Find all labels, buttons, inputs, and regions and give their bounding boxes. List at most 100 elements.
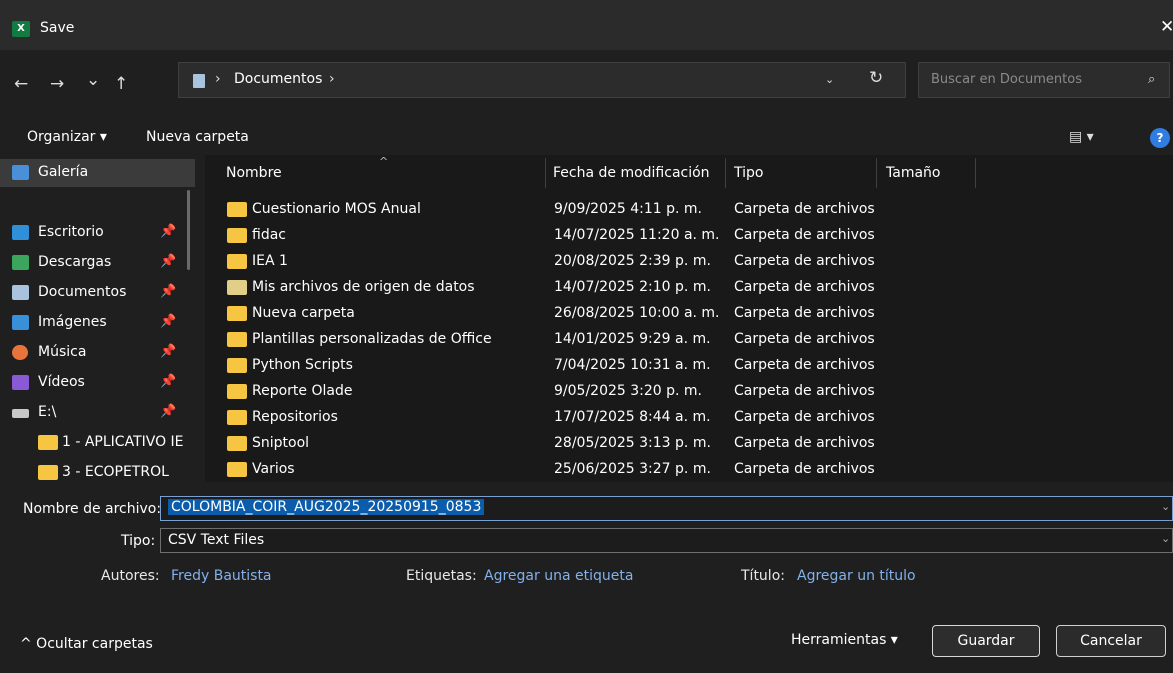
- file-date: 26/08/2025 10:00 a. m.: [554, 305, 720, 321]
- table-row[interactable]: Reporte Olade 9/05/2025 3:20 p. m. Carpe…: [205, 379, 1173, 405]
- filename-value[interactable]: COLOMBIA_COIR_AUG2025_20250915_0853: [168, 499, 485, 515]
- save-button[interactable]: Guardar: [932, 625, 1040, 657]
- path-chevron-icon[interactable]: ›: [215, 71, 221, 87]
- column-divider[interactable]: [975, 158, 976, 188]
- file-type-select[interactable]: CSV Text Files ⌄: [160, 528, 1173, 553]
- file-date: 20/08/2025 2:39 p. m.: [554, 253, 711, 269]
- address-bar[interactable]: › Documentos › ⌄ ↻: [178, 62, 906, 98]
- hide-folders-button[interactable]: ^ Ocultar carpetas: [20, 636, 153, 652]
- sidebar-item-aplicativo-ie[interactable]: 1 - APLICATIVO IE: [0, 429, 195, 457]
- file-name: Sniptool: [252, 435, 310, 451]
- file-type-dropdown-icon[interactable]: ⌄: [1161, 532, 1170, 545]
- file-date: 14/01/2025 9:29 a. m.: [554, 331, 711, 347]
- gallery-icon: [12, 165, 29, 180]
- recent-locations-chevron-icon[interactable]: ⌄: [86, 70, 100, 90]
- back-arrow-icon[interactable]: ←: [14, 74, 28, 94]
- table-row[interactable]: Nueva carpeta 26/08/2025 10:00 a. m. Car…: [205, 301, 1173, 327]
- authors-value[interactable]: Fredy Bautista: [171, 568, 272, 584]
- file-date: 14/07/2025 11:20 a. m.: [554, 227, 720, 243]
- music-icon: [12, 345, 28, 360]
- sidebar-item-documentos[interactable]: Documentos 📌: [0, 279, 195, 307]
- file-date: 25/06/2025 3:27 p. m.: [554, 461, 711, 477]
- sidebar-item-label: Imágenes: [38, 314, 107, 330]
- search-icon[interactable]: ⌕: [1148, 72, 1155, 87]
- table-row[interactable]: Varios 25/06/2025 3:27 p. m. Carpeta de …: [205, 457, 1173, 482]
- file-name: Nueva carpeta: [252, 305, 355, 321]
- path-trailing-chevron-icon[interactable]: ›: [329, 71, 335, 87]
- title-value[interactable]: Agregar un título: [797, 568, 916, 584]
- file-type: Carpeta de archivos: [734, 201, 875, 217]
- file-date: 14/07/2025 2:10 p. m.: [554, 279, 711, 295]
- table-row[interactable]: Mis archivos de origen de datos 14/07/20…: [205, 275, 1173, 301]
- file-list: ^ Nombre Fecha de modificación Tipo Tama…: [205, 155, 1173, 482]
- close-icon[interactable]: ✕: [1160, 17, 1173, 37]
- breadcrumb-documentos[interactable]: Documentos: [234, 71, 322, 87]
- table-row[interactable]: IEA 1 20/08/2025 2:39 p. m. Carpeta de a…: [205, 249, 1173, 275]
- videos-icon: [12, 375, 29, 390]
- sidebar-item-galeria[interactable]: Galería: [0, 159, 195, 187]
- table-row[interactable]: Sniptool 28/05/2025 3:13 p. m. Carpeta d…: [205, 431, 1173, 457]
- table-row[interactable]: Python Scripts 7/04/2025 10:31 a. m. Car…: [205, 353, 1173, 379]
- help-icon[interactable]: ?: [1150, 128, 1170, 148]
- sidebar-item-label: Vídeos: [38, 374, 85, 390]
- column-header-name[interactable]: Nombre: [226, 165, 282, 181]
- tags-value[interactable]: Agregar una etiqueta: [484, 568, 633, 584]
- file-name: Varios: [252, 461, 295, 477]
- folder-icon: [227, 332, 247, 347]
- organize-button[interactable]: Organizar ▾: [27, 129, 107, 145]
- folder-icon: [227, 462, 247, 477]
- document-folder-icon: [193, 74, 205, 88]
- file-name: Plantillas personalizadas de Office: [252, 331, 492, 347]
- tools-button[interactable]: Herramientas ▾: [791, 632, 898, 648]
- cancel-button[interactable]: Cancelar: [1056, 625, 1166, 657]
- address-dropdown-icon[interactable]: ⌄: [825, 73, 834, 86]
- forward-arrow-icon[interactable]: →: [50, 74, 64, 94]
- file-name: Mis archivos de origen de datos: [252, 279, 475, 295]
- sort-ascending-icon: ^: [379, 155, 389, 168]
- sidebar-item-label: Descargas: [38, 254, 112, 270]
- document-icon: [12, 285, 29, 300]
- search-input[interactable]: Buscar en Documentos ⌕: [918, 62, 1170, 98]
- new-folder-button[interactable]: Nueva carpeta: [146, 129, 249, 145]
- pin-icon: 📌: [160, 344, 177, 359]
- desktop-icon: [12, 225, 29, 240]
- table-row[interactable]: Repositorios 17/07/2025 8:44 a. m. Carpe…: [205, 405, 1173, 431]
- refresh-icon[interactable]: ↻: [869, 68, 883, 88]
- sidebar-item-descargas[interactable]: Descargas 📌: [0, 249, 195, 277]
- file-date: 7/04/2025 10:31 a. m.: [554, 357, 711, 373]
- filename-dropdown-icon[interactable]: ⌄: [1161, 500, 1170, 513]
- folder-icon: [227, 358, 247, 373]
- sidebar-item-escritorio[interactable]: Escritorio 📌: [0, 219, 195, 247]
- pin-icon: 📌: [160, 314, 177, 329]
- sidebar-item-videos[interactable]: Vídeos 📌: [0, 369, 195, 397]
- column-header-type[interactable]: Tipo: [734, 165, 763, 181]
- column-divider[interactable]: [725, 158, 726, 188]
- sidebar-item-label: 3 - ECOPETROL: [62, 464, 169, 480]
- sidebar-item-imagenes[interactable]: Imágenes 📌: [0, 309, 195, 337]
- table-row[interactable]: fidac 14/07/2025 11:20 a. m. Carpeta de …: [205, 223, 1173, 249]
- search-placeholder: Buscar en Documentos: [931, 72, 1082, 87]
- sidebar-item-musica[interactable]: Música 📌: [0, 339, 195, 367]
- download-icon: [12, 255, 29, 270]
- table-row[interactable]: Cuestionario MOS Anual 9/09/2025 4:11 p.…: [205, 197, 1173, 223]
- folder-icon: [227, 306, 247, 321]
- sidebar-item-label: E:\: [38, 404, 57, 420]
- column-divider[interactable]: [545, 158, 546, 188]
- up-arrow-icon[interactable]: ↑: [114, 74, 128, 94]
- pin-icon: 📌: [160, 254, 177, 269]
- sidebar-item-label: Documentos: [38, 284, 127, 300]
- title-label: Título:: [741, 568, 785, 584]
- column-header-size[interactable]: Tamaño: [886, 165, 940, 181]
- filename-input[interactable]: COLOMBIA_COIR_AUG2025_20250915_0853 ⌄: [160, 496, 1173, 521]
- column-header-date[interactable]: Fecha de modificación: [553, 165, 710, 181]
- column-divider[interactable]: [876, 158, 877, 188]
- sidebar-item-ecopetrol[interactable]: 3 - ECOPETROL: [0, 459, 195, 482]
- pin-icon: 📌: [160, 374, 177, 389]
- file-type: Carpeta de archivos: [734, 253, 875, 269]
- sidebar-item-drive-e[interactable]: E:\ 📌: [0, 399, 195, 427]
- folder-icon: [38, 435, 58, 450]
- view-options-icon[interactable]: ▤ ▾: [1069, 129, 1094, 145]
- authors-label: Autores:: [101, 568, 160, 584]
- command-bar: Organizar ▾ Nueva carpeta ▤ ▾ ?: [0, 120, 1173, 155]
- table-row[interactable]: Plantillas personalizadas de Office 14/0…: [205, 327, 1173, 353]
